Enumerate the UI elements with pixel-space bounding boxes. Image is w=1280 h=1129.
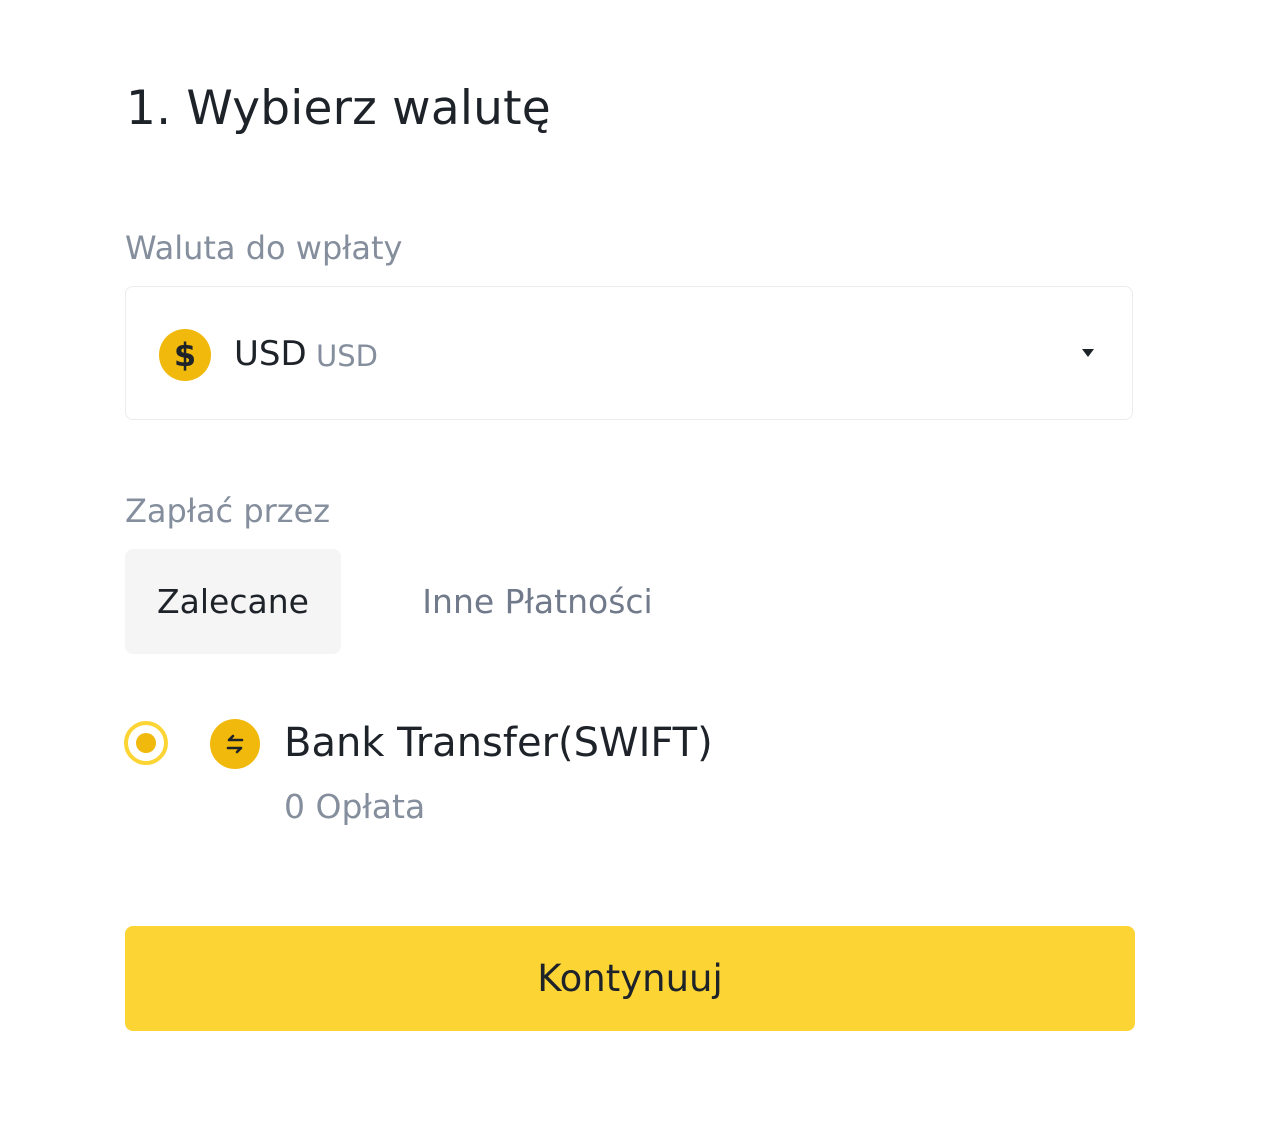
payment-method-fee: 0 Opłata <box>284 787 426 826</box>
caret-down-icon[interactable] <box>1082 349 1094 357</box>
currency-full-name: USD <box>316 339 378 373</box>
continue-button[interactable]: Kontynuuj <box>125 926 1135 1031</box>
tab-other-payments[interactable]: Inne Płatności <box>395 549 680 654</box>
dollar-coin-icon: $ <box>159 329 211 381</box>
radio-selected-dot <box>136 733 156 753</box>
transfer-arrows-icon <box>210 719 260 769</box>
payment-method-radio[interactable] <box>124 721 168 765</box>
currency-code: USD <box>234 334 307 374</box>
tab-recommended[interactable]: Zalecane <box>125 549 341 654</box>
payment-method-name[interactable]: Bank Transfer(SWIFT) <box>284 718 713 768</box>
page-title: 1. Wybierz walutę <box>126 81 551 136</box>
dollar-glyph: $ <box>173 336 197 374</box>
currency-field-label: Waluta do wpłaty <box>125 229 403 267</box>
transfer-arrows-glyph <box>226 734 244 754</box>
currency-select[interactable]: $ USD USD <box>125 286 1133 420</box>
pay-with-label: Zapłać przez <box>125 492 331 530</box>
